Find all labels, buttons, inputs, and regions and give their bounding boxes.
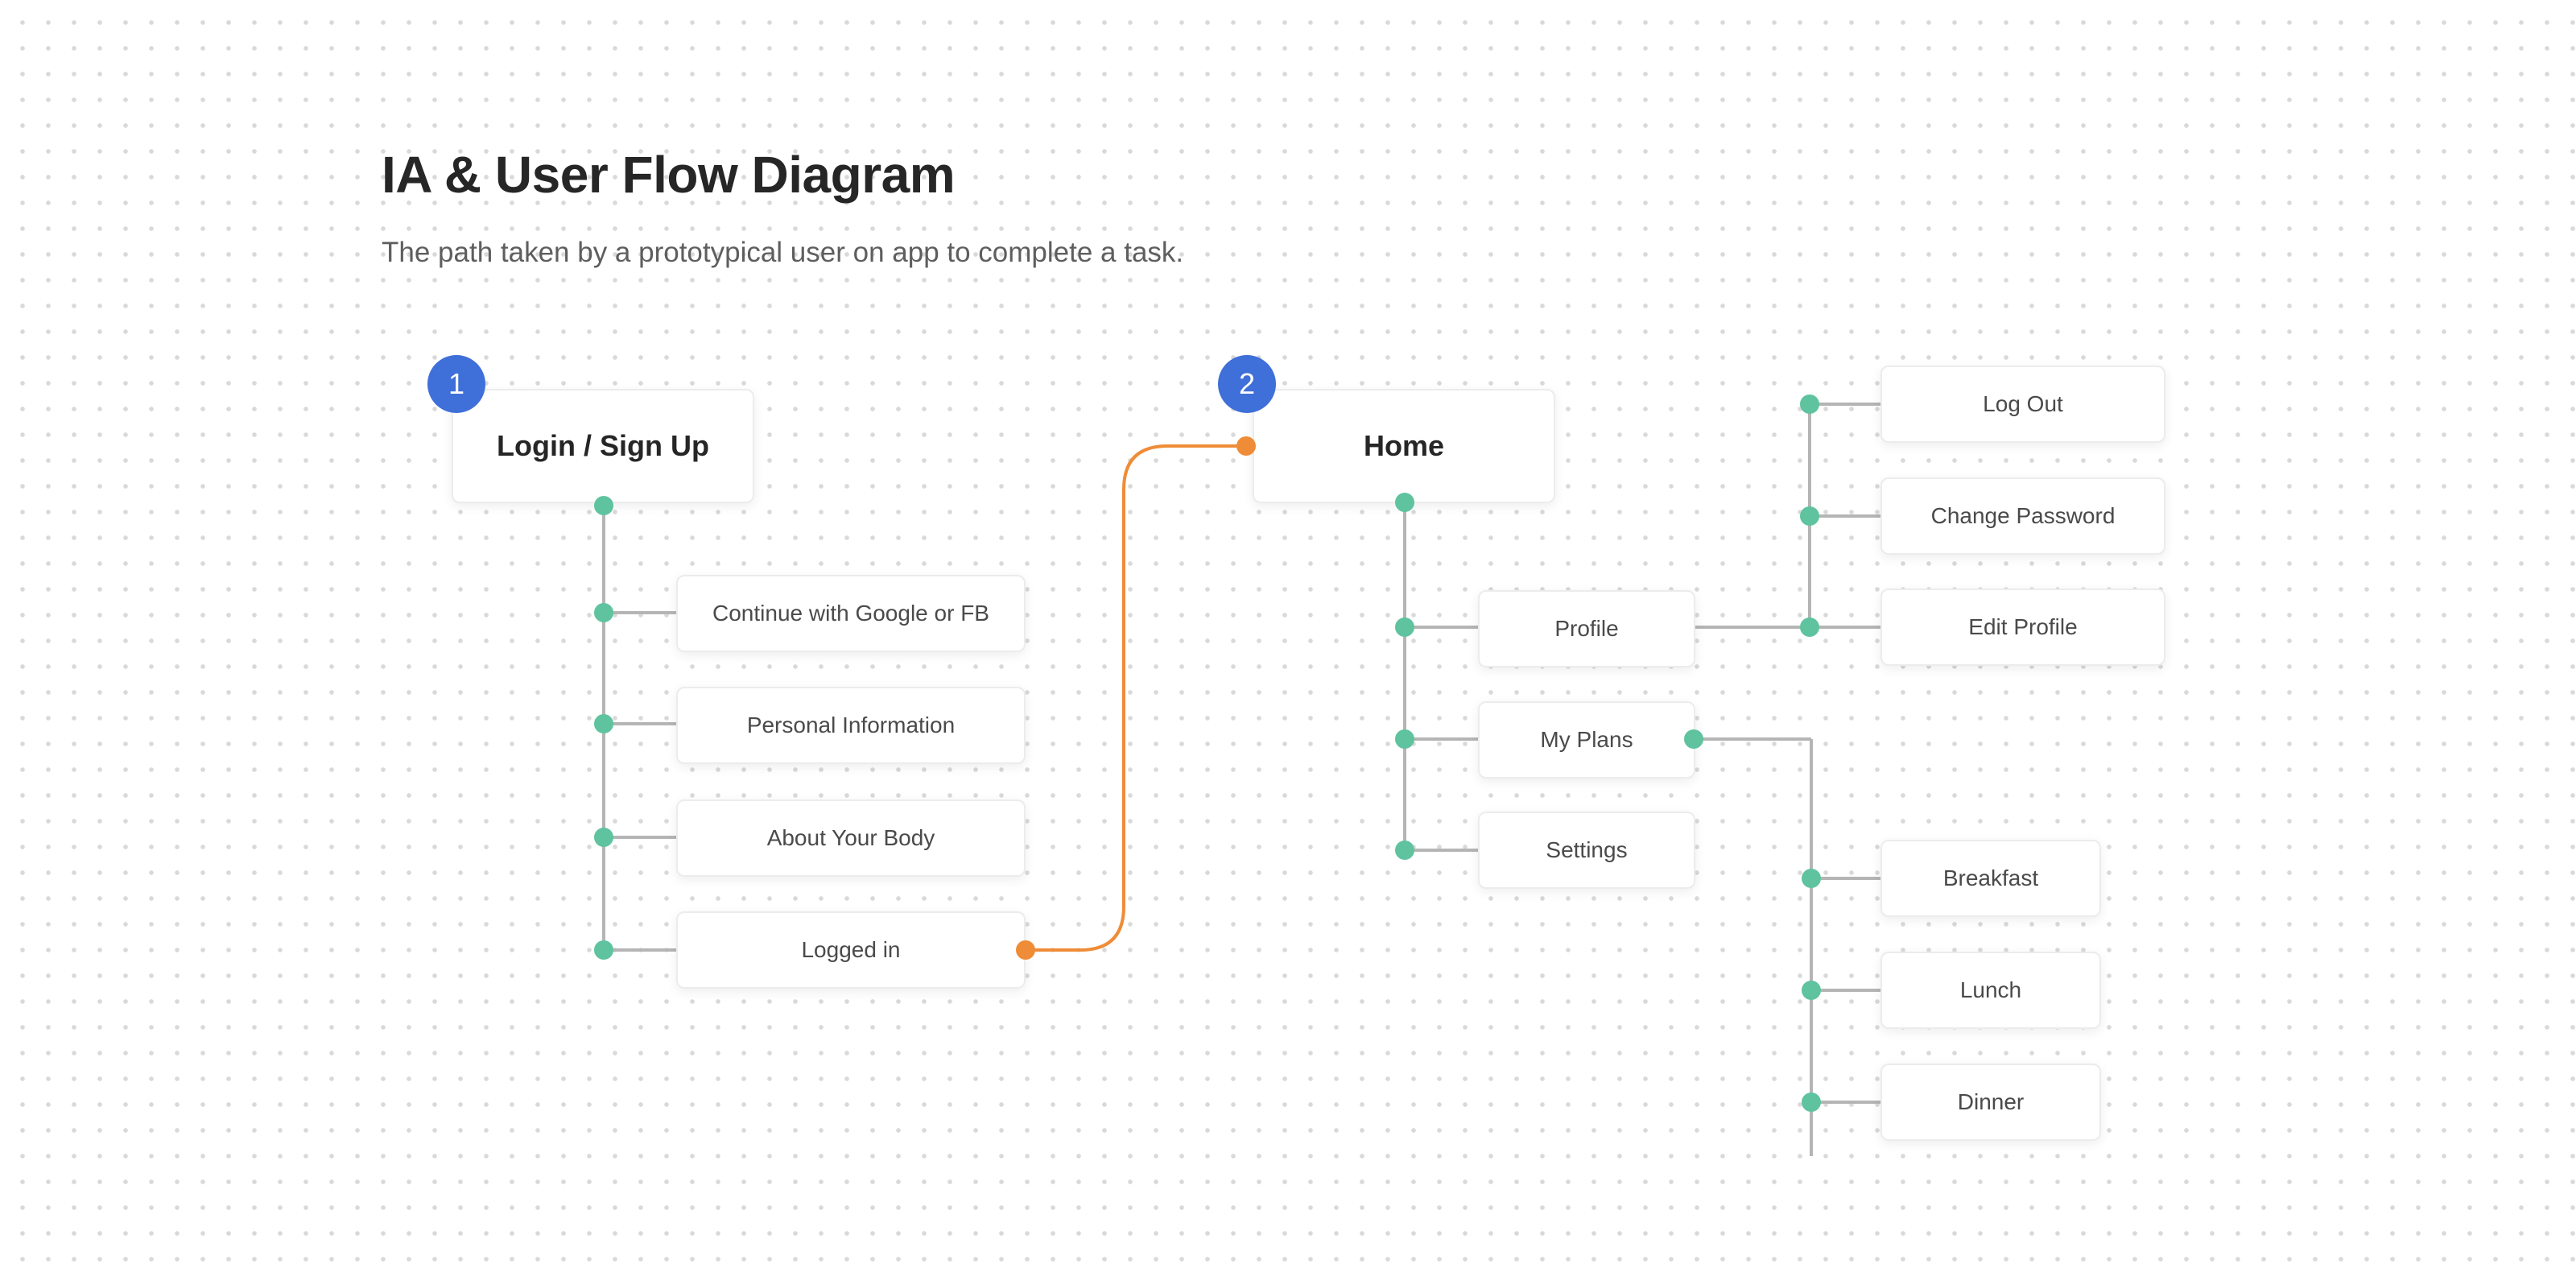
step-2-badge: 2: [1218, 355, 1276, 413]
home-branch-dot: [1395, 729, 1414, 749]
home-node[interactable]: Home: [1253, 389, 1555, 503]
profile-label: Profile: [1554, 616, 1619, 641]
profile-branch-dot: [1800, 506, 1819, 526]
log-out-node[interactable]: Log Out: [1880, 366, 2165, 443]
flow-start-dot[interactable]: [1016, 940, 1035, 960]
login-branch-dot: [594, 603, 613, 622]
lunch-label: Lunch: [1959, 977, 2022, 1002]
continue-google-fb-node[interactable]: Continue with Google or FB: [676, 575, 1026, 652]
dinner-node[interactable]: Dinner: [1880, 1064, 2101, 1141]
my-plans-node[interactable]: My Plans: [1478, 701, 1695, 779]
settings-label: Settings: [1546, 837, 1628, 862]
continue-google-fb-label: Continue with Google or FB: [712, 601, 989, 626]
login-branch-dot: [594, 714, 613, 733]
logged-in-node[interactable]: Logged in: [676, 911, 1026, 989]
login-signup-node[interactable]: Login / Sign Up: [452, 389, 754, 503]
profile-node[interactable]: Profile: [1478, 590, 1695, 667]
connector-lines: [602, 403, 1880, 1156]
lunch-node[interactable]: Lunch: [1880, 952, 2101, 1029]
plans-anchor-dot: [1684, 729, 1703, 749]
plans-branch-dot: [1802, 869, 1821, 888]
login-signup-label: Login / Sign Up: [497, 429, 709, 462]
home-branch-dot: [1395, 618, 1414, 637]
change-password-node[interactable]: Change Password: [1880, 477, 2165, 555]
plans-branch-dot: [1802, 981, 1821, 1000]
about-your-body-node[interactable]: About Your Body: [676, 799, 1026, 877]
edit-profile-label: Edit Profile: [1968, 614, 2078, 639]
dinner-label: Dinner: [1957, 1089, 2025, 1114]
login-anchor-dot: [594, 496, 613, 515]
change-password-label: Change Password: [1930, 503, 2116, 528]
about-your-body-label: About Your Body: [766, 825, 935, 850]
settings-node[interactable]: Settings: [1478, 812, 1695, 889]
logged-in-label: Logged in: [801, 937, 901, 962]
login-branch-dot: [594, 828, 613, 847]
flow-end-dot[interactable]: [1236, 436, 1256, 456]
profile-branch-dot: [1800, 394, 1819, 414]
plans-branch-dot: [1802, 1093, 1821, 1112]
flow-path: [1026, 444, 1246, 952]
login-branch-dot: [594, 940, 613, 960]
log-out-label: Log Out: [1983, 391, 2063, 416]
edit-profile-node[interactable]: Edit Profile: [1880, 589, 2165, 666]
personal-information-node[interactable]: Personal Information: [676, 687, 1026, 764]
my-plans-label: My Plans: [1540, 727, 1633, 752]
home-anchor-dot: [1395, 493, 1414, 512]
breakfast-label: Breakfast: [1942, 865, 2039, 890]
step-1-badge: 1: [427, 355, 485, 413]
home-label: Home: [1363, 429, 1445, 462]
home-branch-dot: [1395, 841, 1414, 860]
breakfast-node[interactable]: Breakfast: [1880, 840, 2101, 917]
personal-information-label: Personal Information: [746, 713, 956, 737]
profile-branch-dot: [1800, 618, 1819, 637]
